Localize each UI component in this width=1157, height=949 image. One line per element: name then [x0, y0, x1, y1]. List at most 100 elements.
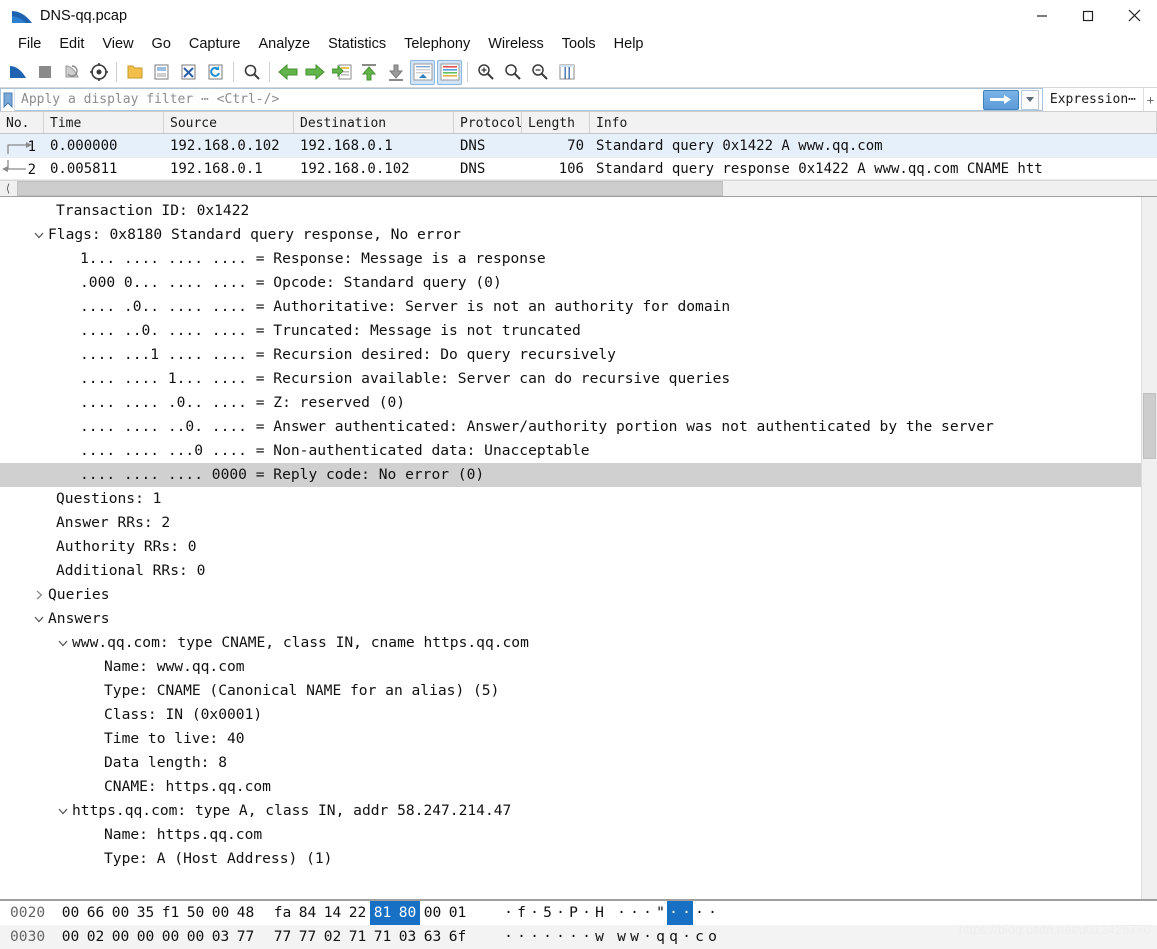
resize-columns-icon[interactable] — [554, 60, 579, 85]
hex-ascii-char[interactable]: w — [615, 925, 628, 949]
detail-tree-row[interactable]: 1... .... .... .... = Response: Message … — [0, 247, 1141, 271]
packet-list[interactable]: No. Time Source Destination Protocol Length In… — [0, 112, 1157, 180]
detail-tree-row[interactable]: Questions: 1 — [0, 487, 1141, 511]
details-vertical-scrollbar[interactable] — [1141, 197, 1157, 899]
detail-tree-row[interactable]: .... ...1 .... .... = Recursion desired:… — [0, 343, 1141, 367]
restart-capture-icon[interactable] — [59, 60, 84, 85]
hex-ascii-char[interactable]: w — [628, 925, 641, 949]
filter-history-dropdown[interactable] — [1020, 89, 1039, 110]
hex-ascii-char[interactable]: 5 — [541, 901, 554, 925]
hex-ascii-char[interactable]: · — [628, 901, 641, 925]
detail-tree-row[interactable]: Time to live: 40 — [0, 727, 1141, 751]
detail-tree-row[interactable]: Type: CNAME (Canonical NAME for an alias… — [0, 679, 1141, 703]
bookmark-icon[interactable] — [1, 88, 15, 111]
menu-item-tools[interactable]: Tools — [553, 34, 605, 55]
hex-ascii-char[interactable]: · — [502, 925, 515, 949]
hex-byte[interactable]: 66 — [83, 901, 108, 925]
detail-tree-row[interactable]: Transaction ID: 0x1422 — [0, 199, 1141, 223]
details-scrollbar-thumb[interactable] — [1143, 393, 1156, 459]
hex-byte[interactable]: 00 — [58, 901, 83, 925]
hex-row[interactable]: 0030 00 02 00 00 00 00 03 77 77 77 02 71 71 03 63 6f · · · ·… — [0, 925, 1157, 949]
detail-tree-row[interactable]: .... .... 1... .... = Recursion availabl… — [0, 367, 1141, 391]
hex-ascii-char[interactable]: · — [680, 901, 693, 925]
detail-tree-row[interactable]: Data length: 8 — [0, 751, 1141, 775]
hex-byte[interactable]: 01 — [445, 901, 470, 925]
menu-item-help[interactable]: Help — [605, 34, 653, 55]
hex-ascii-char[interactable]: c — [693, 925, 706, 949]
detail-tree-row[interactable]: Name: www.qq.com — [0, 655, 1141, 679]
hex-byte[interactable]: 00 — [133, 925, 158, 949]
hex-byte[interactable]: 00 — [108, 925, 133, 949]
packet-list-body[interactable]: 1 0.000000 192.168.0.102 192.168.0.1 DNS 70 St… — [0, 134, 1157, 180]
hex-ascii-char[interactable]: q — [667, 925, 680, 949]
hex-ascii-char[interactable]: f — [515, 901, 528, 925]
detail-tree-row[interactable]: .... .... .... 0000 = Reply code: No err… — [0, 463, 1141, 487]
menu-item-edit[interactable]: Edit — [50, 34, 93, 55]
chevron-down-icon[interactable] — [56, 806, 70, 816]
detail-tree-row[interactable]: Answers — [0, 607, 1141, 631]
find-packet-icon[interactable] — [239, 60, 264, 85]
hex-byte[interactable]: 00 — [58, 925, 83, 949]
detail-tree-row[interactable]: Queries — [0, 583, 1141, 607]
hex-byte[interactable]: 02 — [320, 925, 345, 949]
hex-byte[interactable]: 71 — [345, 925, 370, 949]
detail-tree-row[interactable]: https.qq.com: type A, class IN, addr 58.… — [0, 799, 1141, 823]
start-capture-icon[interactable] — [5, 60, 30, 85]
hex-ascii-char[interactable]: · — [580, 925, 593, 949]
hex-ascii-char[interactable]: w — [593, 925, 606, 949]
detail-tree-row[interactable]: .... .... ...0 .... = Non-authenticated … — [0, 439, 1141, 463]
hex-ascii-char[interactable]: " — [654, 901, 667, 925]
detail-tree-row[interactable]: Name: https.qq.com — [0, 823, 1141, 847]
hex-byte[interactable]: 84 — [295, 901, 320, 925]
packet-row[interactable]: 1 0.000000 192.168.0.102 192.168.0.1 DNS 70 St… — [0, 134, 1157, 157]
hex-ascii-char[interactable]: · — [515, 925, 528, 949]
hex-row[interactable]: 0020 00 66 00 35 f1 50 00 48 fa 84 14 22 81 80 00 01 · f · 5… — [0, 901, 1157, 925]
menu-item-statistics[interactable]: Statistics — [319, 34, 395, 55]
hex-byte[interactable]: 35 — [133, 901, 158, 925]
hex-byte[interactable]: 48 — [233, 901, 258, 925]
hex-byte[interactable]: 77 — [233, 925, 258, 949]
hex-ascii-char[interactable]: o — [706, 925, 719, 949]
hex-byte[interactable]: 03 — [208, 925, 233, 949]
filter-toolbar-overflow[interactable]: + — [1143, 88, 1157, 111]
menu-item-view[interactable]: View — [93, 34, 142, 55]
column-header-protocol[interactable]: Protocol — [454, 112, 522, 133]
go-to-packet-icon[interactable] — [329, 60, 354, 85]
hex-ascii-char[interactable]: · — [667, 901, 680, 925]
hex-byte[interactable]: 00 — [208, 901, 233, 925]
hex-byte[interactable]: 71 — [370, 925, 395, 949]
hex-ascii-char[interactable]: P — [567, 901, 580, 925]
open-file-icon[interactable] — [122, 60, 147, 85]
hex-byte[interactable]: 50 — [183, 901, 208, 925]
hex-byte[interactable]: 00 — [158, 925, 183, 949]
hex-ascii-char[interactable]: · — [541, 925, 554, 949]
hex-byte[interactable]: 03 — [395, 925, 420, 949]
detail-tree-row[interactable]: Authority RRs: 0 — [0, 535, 1141, 559]
hex-ascii-char[interactable]: q — [654, 925, 667, 949]
apply-filter-button[interactable] — [982, 89, 1019, 110]
hex-byte[interactable]: 14 — [320, 901, 345, 925]
hex-ascii-char[interactable]: · — [528, 925, 541, 949]
reload-file-icon[interactable] — [203, 60, 228, 85]
save-file-icon[interactable] — [149, 60, 174, 85]
hex-byte[interactable]: 00 — [420, 901, 445, 925]
colorize-packets-icon[interactable] — [437, 59, 462, 85]
hex-byte[interactable]: 77 — [295, 925, 320, 949]
hex-byte[interactable]: fa — [270, 901, 295, 925]
column-header-source[interactable]: Source — [164, 112, 294, 133]
normal-size-icon[interactable] — [527, 60, 552, 85]
hex-byte[interactable]: 6f — [445, 925, 470, 949]
menu-item-wireless[interactable]: Wireless — [479, 34, 553, 55]
hex-ascii-char[interactable]: · — [554, 901, 567, 925]
hex-ascii-char[interactable]: H — [593, 901, 606, 925]
capture-options-icon[interactable] — [86, 60, 111, 85]
detail-tree-row[interactable]: Answer RRs: 2 — [0, 511, 1141, 535]
filter-expression-button[interactable]: Expression⋯ — [1042, 88, 1143, 111]
detail-tree-row[interactable]: Flags: 0x8180 Standard query response, N… — [0, 223, 1141, 247]
column-header-length[interactable]: Length — [522, 112, 590, 133]
detail-tree-row[interactable]: Additional RRs: 0 — [0, 559, 1141, 583]
stop-capture-icon[interactable] — [32, 60, 57, 85]
close-button[interactable] — [1111, 0, 1157, 31]
detail-tree-row[interactable]: CNAME: https.qq.com — [0, 775, 1141, 799]
menu-item-go[interactable]: Go — [143, 34, 180, 55]
